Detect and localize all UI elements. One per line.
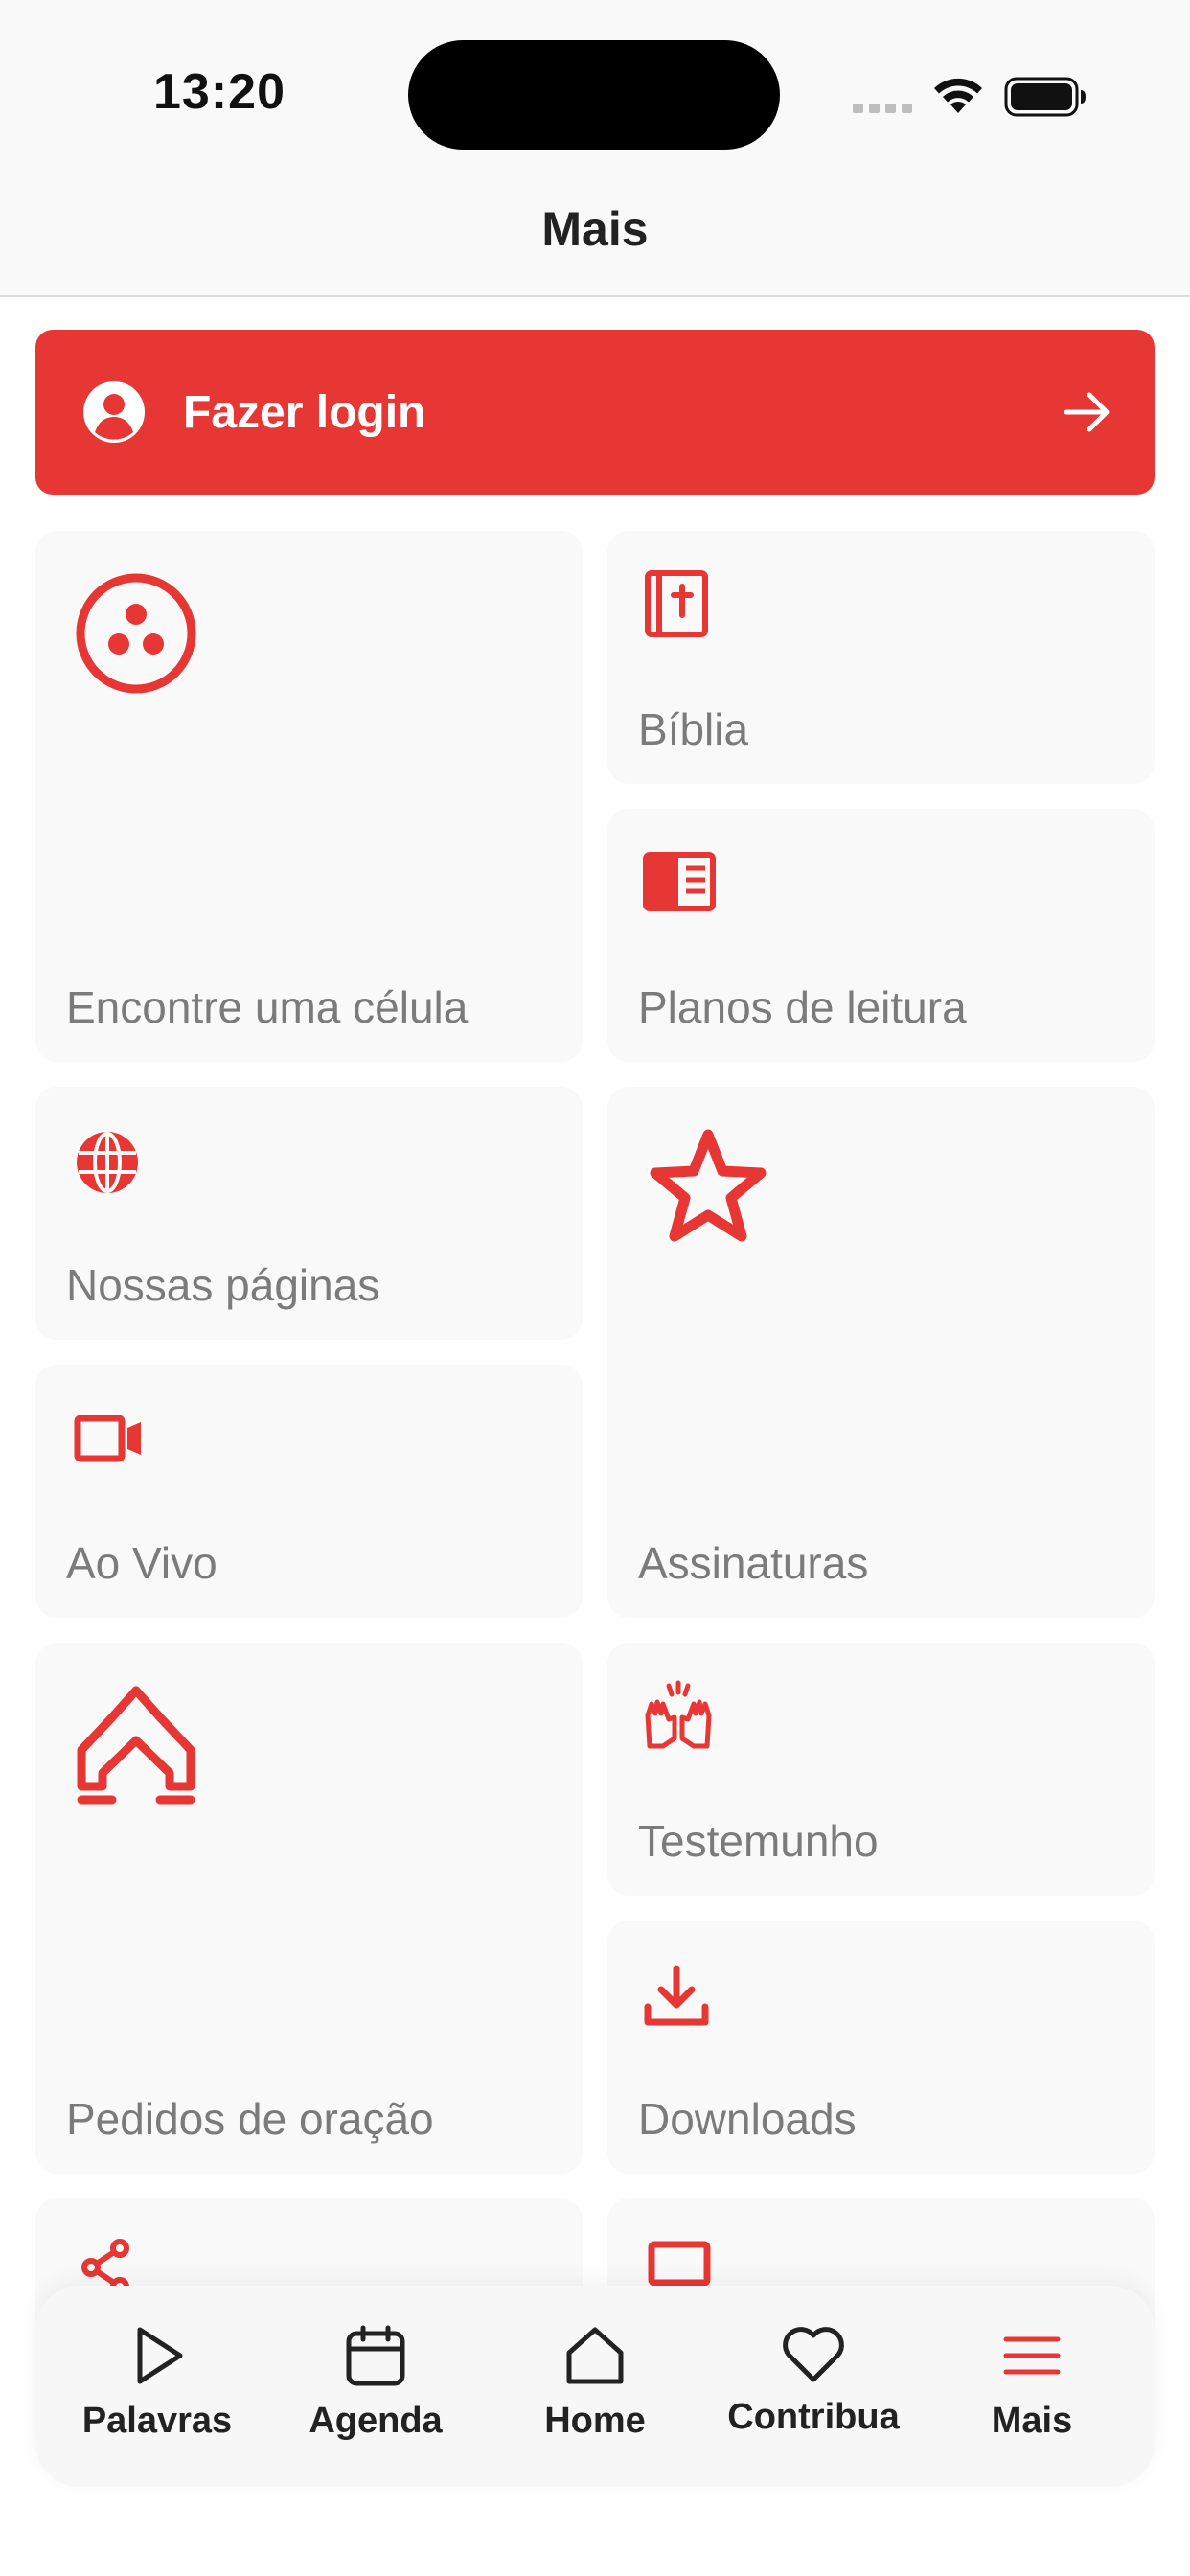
tile-encontre-celula[interactable]: Encontre uma célula <box>35 531 583 1062</box>
download-icon <box>644 1965 709 2026</box>
tab-label: Home <box>544 2401 646 2441</box>
tile-planos-leitura[interactable]: Planos de leitura <box>607 809 1155 1062</box>
battery-icon <box>1004 77 1086 117</box>
tile-ao-vivo[interactable]: Ao Vivo <box>35 1365 583 1618</box>
tab-agenda[interactable]: Agenda <box>280 2324 471 2468</box>
login-label: Fazer login <box>183 386 426 438</box>
tile-label: Testemunho <box>638 1816 879 1866</box>
tab-home[interactable]: Home <box>499 2324 691 2468</box>
tab-label: Palavras <box>81 2401 233 2441</box>
tile-label: Pedidos de oração <box>66 2094 434 2144</box>
cellular-signal-icon <box>853 104 912 113</box>
tab-label: Agenda <box>309 2401 443 2441</box>
status-bar: 13:20 <box>0 0 1190 192</box>
raised-hands-icon <box>645 1680 712 1749</box>
tile-label: Downloads <box>638 2094 857 2144</box>
home-icon <box>566 2327 624 2384</box>
wifi-icon <box>934 78 982 113</box>
menu-icon <box>1003 2336 1061 2375</box>
tab-label: Contribua <box>727 2397 900 2437</box>
tile-label: Bíblia <box>638 704 749 754</box>
reading-plan-icon <box>643 852 716 911</box>
heart-icon <box>783 2327 844 2382</box>
cell-group-icon <box>76 573 196 694</box>
tile-pedidos-oracao[interactable]: Pedidos de oração <box>35 1643 583 2174</box>
tile-downloads[interactable]: Downloads <box>607 1920 1155 2174</box>
tile-label: Ao Vivo <box>66 1538 217 1588</box>
tile-label: Nossas páginas <box>66 1260 380 1310</box>
praying-hands-icon <box>77 1686 195 1805</box>
tab-contribua[interactable]: Contribua <box>718 2324 909 2468</box>
tile-label: Assinaturas <box>638 1538 869 1588</box>
tab-label: Mais <box>991 2401 1073 2441</box>
dynamic-island <box>408 40 780 150</box>
tile-label: Planos de leitura <box>638 982 967 1032</box>
tile-assinaturas[interactable]: Assinaturas <box>607 1087 1155 1618</box>
nav-header: Mais <box>0 192 1190 297</box>
play-icon <box>137 2327 183 2384</box>
tile-testemunho[interactable]: Testemunho <box>607 1643 1155 1896</box>
tile-nossas-paginas[interactable]: Nossas páginas <box>35 1087 583 1340</box>
tile-label: Encontre uma célula <box>66 982 469 1032</box>
tab-mais[interactable]: Mais <box>936 2324 1128 2468</box>
status-time: 13:20 <box>153 64 286 120</box>
arrow-right-icon <box>1064 392 1110 432</box>
video-camera-icon <box>74 1414 141 1462</box>
bible-icon <box>645 570 708 637</box>
tile-biblia[interactable]: Bíblia <box>607 531 1155 784</box>
user-circle-icon <box>83 381 145 443</box>
globe-icon <box>77 1132 138 1193</box>
star-icon <box>650 1129 767 1242</box>
calendar-icon <box>346 2325 405 2386</box>
login-button[interactable]: Fazer login <box>35 330 1155 494</box>
tab-palavras[interactable]: Palavras <box>61 2324 253 2468</box>
tab-bar: Palavras Agenda Home Contribua Mais <box>35 2286 1155 2487</box>
page-title: Mais <box>541 202 649 256</box>
